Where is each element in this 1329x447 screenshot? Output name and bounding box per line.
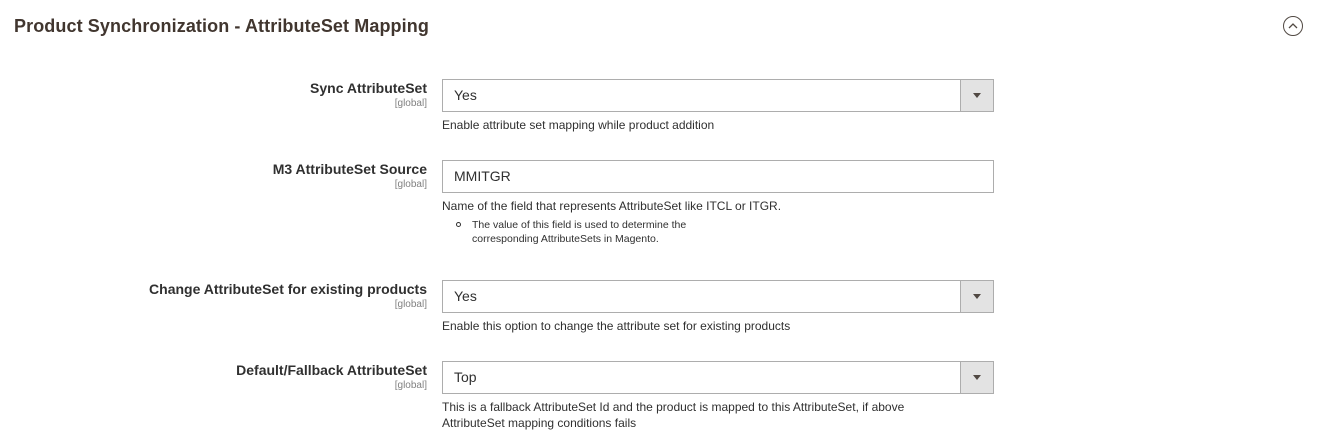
section-header[interactable]: Product Synchronization - AttributeSet M…	[14, 14, 1314, 40]
field-label-group: Default/Fallback AttributeSet [global]	[27, 361, 427, 392]
note-list: The value of this field is used to deter…	[442, 218, 994, 246]
caret-down-icon	[973, 294, 981, 299]
caret-down-icon	[973, 93, 981, 98]
section-title: Product Synchronization - AttributeSet M…	[14, 16, 429, 36]
select-value: Yes	[454, 87, 477, 103]
field-label-group: Sync AttributeSet [global]	[27, 79, 427, 110]
field-note: This is a fallback AttributeSet Id and t…	[442, 400, 905, 430]
scope-label: [global]	[394, 179, 427, 190]
select-toggle[interactable]	[960, 362, 993, 393]
collapse-section-button[interactable]	[1283, 16, 1303, 36]
select-toggle[interactable]	[960, 281, 993, 312]
select-toggle[interactable]	[960, 80, 993, 111]
attributeset-source-input[interactable]: MMITGR	[442, 160, 994, 193]
field-label: Sync AttributeSet	[310, 80, 427, 96]
chevron-up-icon	[1288, 23, 1298, 29]
select-value: Top	[454, 369, 477, 385]
field-note: Enable this option to change the attribu…	[442, 319, 791, 333]
field-control: Yes Enable attribute set mapping while p…	[442, 79, 994, 133]
field-label-group: M3 AttributeSet Source [global]	[27, 160, 427, 191]
field-note: Name of the field that represents Attrib…	[442, 198, 994, 246]
select-value: Yes	[454, 288, 477, 304]
scope-label: [global]	[394, 380, 427, 391]
field-label: M3 AttributeSet Source	[272, 161, 427, 177]
field-note-text: Name of the field that represents Attrib…	[442, 199, 782, 213]
field-control: MMITGR Name of the field that represents…	[442, 160, 994, 246]
field-control: Yes Enable this option to change the att…	[442, 280, 994, 334]
note-list-item-text: The value of this field is used to deter…	[472, 219, 687, 245]
fallback-attributeset-select[interactable]: Top	[442, 361, 994, 394]
field-label: Default/Fallback AttributeSet	[236, 362, 427, 378]
note-list-item: The value of this field is used to deter…	[456, 218, 746, 246]
change-attributeset-select[interactable]: Yes	[442, 280, 994, 313]
scope-label: [global]	[394, 299, 427, 310]
field-control: Top This is a fallback AttributeSet Id a…	[442, 361, 994, 431]
scope-label: [global]	[394, 98, 427, 109]
field-label: Change AttributeSet for existing product…	[149, 281, 427, 297]
bullet-icon	[456, 222, 461, 227]
caret-down-icon	[973, 375, 981, 380]
field-label-group: Change AttributeSet for existing product…	[27, 280, 427, 311]
field-note: Enable attribute set mapping while produ…	[442, 118, 715, 132]
sync-attributeset-select[interactable]: Yes	[442, 79, 994, 112]
